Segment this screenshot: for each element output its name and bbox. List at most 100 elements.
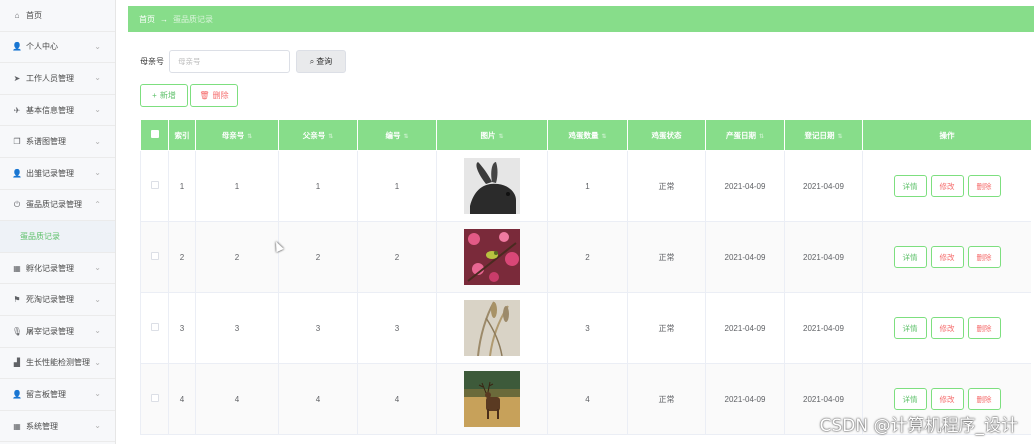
checkbox[interactable]	[150, 130, 159, 138]
header-egg-count[interactable]: 鸡蛋数量 ⇅	[547, 119, 628, 151]
header-image[interactable]: 图片 ⇅	[436, 119, 548, 151]
sidebar-item-profile[interactable]: 👤 个人中心 ⌄	[0, 32, 115, 64]
row-checkbox[interactable]	[150, 181, 159, 189]
cell-image	[436, 150, 548, 222]
sidebar-item-incubation[interactable]: ▦ 孵化记录管理 ⌄	[0, 253, 115, 285]
breadcrumb-current: 蛋品质记录	[173, 14, 213, 24]
cell-egg-count: 4	[547, 363, 628, 435]
sidebar-item-message-board[interactable]: 👤 留言板管理 ⌄	[0, 379, 115, 411]
row-checkbox-cell[interactable]	[140, 150, 169, 222]
chevron-down-icon: ⌄	[94, 326, 101, 336]
cell-egg-status: 正常	[627, 363, 706, 435]
edit-button[interactable]: 修改	[930, 175, 964, 197]
action-bar: + 新增 🗑 删除	[140, 84, 238, 107]
detail-button[interactable]: 详情	[893, 246, 927, 268]
breadcrumb-home[interactable]: 首页	[139, 14, 155, 25]
cell-mother: 3	[195, 292, 279, 364]
sidebar-item-label: 个人中心	[26, 42, 58, 52]
deer-photo[interactable]	[464, 371, 520, 427]
header-number[interactable]: 编号 ⇅	[357, 119, 437, 151]
sidebar-item-label: 蛋品质记录管理	[26, 200, 82, 210]
sort-icon[interactable]: ⇅	[247, 134, 252, 140]
sidebar-item-label: 基本信息管理	[26, 105, 74, 115]
cell-reg-date: 2021-04-09	[784, 150, 863, 222]
cell-reg-date: 2021-04-09	[784, 221, 863, 293]
power-icon: ⏻	[13, 199, 21, 209]
header-lay-date[interactable]: 产蛋日期 ⇅	[705, 119, 785, 151]
delete-button[interactable]: 🗑 删除	[190, 84, 238, 107]
header-mother[interactable]: 母亲号 ⇅	[195, 119, 279, 151]
row-checkbox[interactable]	[150, 323, 159, 331]
cell-index: 2	[168, 221, 196, 293]
cell-lay-date: 2021-04-09	[705, 221, 785, 293]
edit-button[interactable]: 修改	[930, 317, 964, 339]
copy-icon: ❐	[13, 137, 21, 147]
header-father[interactable]: 父亲号 ⇅	[278, 119, 358, 151]
chevron-down-icon: ⌄	[94, 294, 101, 304]
cell-number: 1	[357, 150, 437, 222]
row-checkbox-cell[interactable]	[140, 221, 169, 293]
sidebar-item-growth[interactable]: ▟ 生长性能检测管理 ⌄	[0, 348, 115, 380]
chevron-down-icon: ⌄	[94, 357, 101, 367]
row-checkbox[interactable]	[150, 252, 159, 260]
cell-image	[436, 363, 548, 435]
sidebar-item-slaughter[interactable]: 🎙 屠宰记录管理 ⌄	[0, 316, 115, 348]
rabbit-photo[interactable]	[464, 158, 520, 214]
chevron-down-icon: ⌄	[94, 389, 101, 399]
data-table: 索引 母亲号 ⇅ 父亲号 ⇅ 编号 ⇅ 图片 ⇅ 鸡蛋数量 ⇅ 鸡蛋状态 产蛋日期 ⇅ 登记…	[140, 119, 1031, 444]
cell-number: 2	[357, 221, 437, 293]
row-delete-button[interactable]: 删除	[967, 388, 1001, 410]
sidebar-subitem-egg-quality-record[interactable]: 蛋品质记录	[0, 221, 115, 253]
chevron-up-icon: ⌃	[94, 199, 101, 209]
cell-index: 1	[168, 150, 196, 222]
sidebar-item-egg-quality[interactable]: ⏻ 蛋品质记录管理 ⌃	[0, 190, 115, 222]
sidebar-item-system[interactable]: ▦ 系统管理 ⌄	[0, 411, 115, 443]
cell-image	[436, 221, 548, 293]
row-checkbox-cell[interactable]	[140, 363, 169, 435]
sidebar-item-pedigree[interactable]: ❐ 系谱图管理 ⌄	[0, 126, 115, 158]
search-button[interactable]: ⌕ 查询	[296, 50, 346, 73]
cell-egg-count: 3	[547, 292, 628, 364]
sort-icon[interactable]: ⇅	[837, 134, 842, 140]
select-all-checkbox[interactable]	[140, 119, 169, 151]
search-input[interactable]	[169, 50, 290, 73]
cell-mother: 1	[195, 150, 279, 222]
watermark: CSDN @计算机程序_设计	[819, 416, 1018, 436]
row-checkbox[interactable]	[150, 394, 159, 402]
row-checkbox-cell[interactable]	[140, 292, 169, 364]
plus-icon: +	[152, 91, 157, 100]
chart-icon: ▟	[13, 358, 21, 368]
sidebar-item-basic-info[interactable]: ✈ 基本信息管理 ⌄	[0, 95, 115, 127]
person-icon: 👤	[12, 168, 22, 178]
sidebar-item-home[interactable]: ⌂ 首页	[0, 0, 115, 32]
table-row: 1 1 1 1 1 正常 2021-04-09 2021-04-09 详情 修改…	[140, 150, 1031, 222]
add-button-label: 新增	[159, 91, 176, 100]
row-delete-button[interactable]: 删除	[967, 246, 1001, 268]
sidebar-item-label: 工作人员管理	[26, 73, 74, 83]
sidebar-item-staff[interactable]: ➤ 工作人员管理 ⌄	[0, 63, 115, 95]
trash-icon: 🗑	[199, 91, 210, 100]
sidebar-item-label: 留言板管理	[26, 389, 66, 399]
add-button[interactable]: + 新增	[140, 84, 188, 107]
detail-button[interactable]: 详情	[893, 175, 927, 197]
sidebar-item-label: 生长性能检测管理	[26, 358, 90, 368]
table-icon: ▦	[13, 421, 21, 431]
sidebar-item-mortality[interactable]: ⚑ 死淘记录管理 ⌄	[0, 284, 115, 316]
edit-button[interactable]: 修改	[930, 388, 964, 410]
sort-icon[interactable]: ⇅	[498, 134, 503, 140]
bird-blossom-photo[interactable]	[464, 229, 520, 285]
row-delete-button[interactable]: 删除	[967, 175, 1001, 197]
detail-button[interactable]: 详情	[893, 388, 927, 410]
sort-icon[interactable]: ⇅	[403, 134, 408, 140]
sidebar-item-hatching-out[interactable]: 👤 出雏记录管理 ⌄	[0, 158, 115, 190]
row-delete-button[interactable]: 删除	[967, 317, 1001, 339]
header-reg-date[interactable]: 登记日期 ⇅	[784, 119, 863, 151]
cell-actions: 详情 修改 删除	[862, 221, 1031, 293]
edit-button[interactable]: 修改	[930, 246, 964, 268]
sort-icon[interactable]: ⇅	[759, 134, 764, 140]
sort-icon[interactable]: ⇅	[328, 134, 333, 140]
detail-button[interactable]: 详情	[893, 317, 927, 339]
grass-photo[interactable]	[464, 300, 520, 356]
header-actions: 操作	[862, 119, 1031, 151]
sort-icon[interactable]: ⇅	[601, 134, 606, 140]
